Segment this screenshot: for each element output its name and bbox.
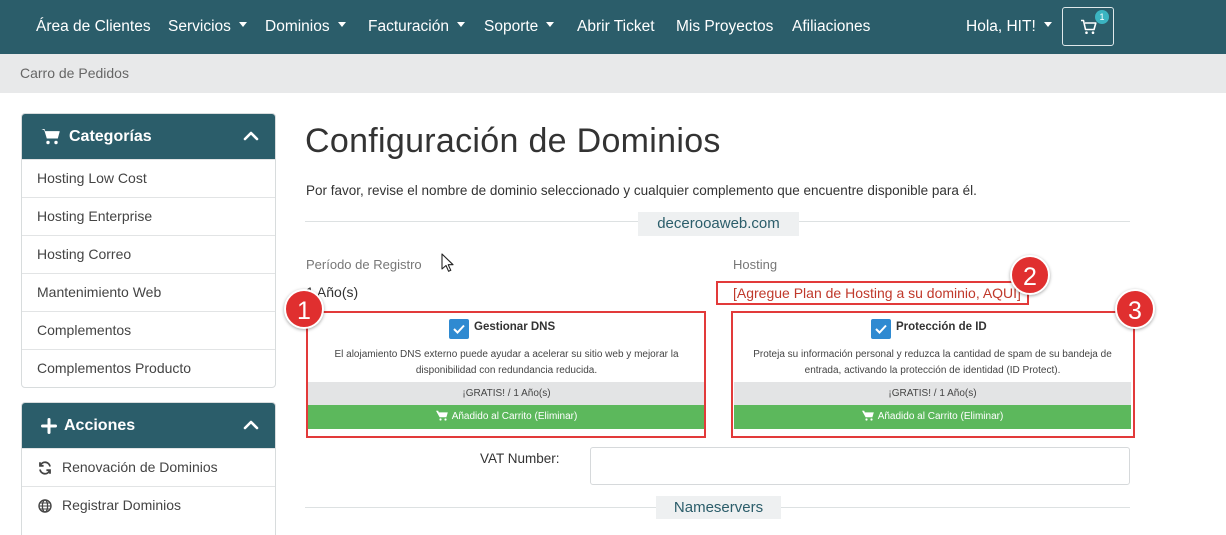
user-greeting: Hola, HIT! [966, 18, 1036, 35]
annotation-box-id-protection [731, 311, 1135, 438]
annotation-badge-1: 1 [284, 289, 324, 329]
nameservers-heading: Nameservers [656, 496, 781, 519]
vat-number-label: VAT Number: [480, 451, 560, 466]
nav-label: Abrir Ticket [577, 18, 655, 35]
nav-user-menu[interactable]: Hola, HIT! [966, 0, 1052, 54]
caret-down-icon [456, 22, 465, 28]
hosting-label: Hosting [733, 257, 778, 272]
cart-button[interactable]: 1 [1062, 7, 1114, 46]
refresh-icon [39, 461, 51, 475]
caret-down-icon [546, 22, 555, 28]
nav-affiliates[interactable]: Afiliaciones [792, 0, 870, 54]
sidebar-item-label: Renovación de Dominios [62, 459, 218, 475]
mouse-cursor-icon [441, 253, 454, 272]
sidebar-item-register-domains[interactable]: Registrar Dominios [22, 486, 275, 524]
sidebar-item-hosting-enterprise[interactable]: Hosting Enterprise [22, 197, 275, 235]
plus-icon [41, 418, 57, 434]
sidebar-item-complementos-producto[interactable]: Complementos Producto [22, 349, 275, 387]
cart-count-badge: 1 [1095, 10, 1109, 24]
nav-label: Área de Clientes [36, 18, 151, 35]
nav-my-projects[interactable]: Mis Proyectos [676, 0, 773, 54]
page-lead-text: Por favor, revise el nombre de dominio s… [306, 183, 977, 198]
cart-icon [41, 129, 60, 145]
annotation-box-dns [306, 311, 706, 438]
categories-panel: Categorías Hosting Low Cost Hosting Ente… [21, 113, 276, 388]
globe-icon [38, 499, 52, 513]
chevron-up-icon[interactable] [243, 419, 259, 430]
nav-label: Dominios [265, 18, 330, 35]
nav-support[interactable]: Soporte [484, 0, 555, 54]
actions-panel: Acciones Renovación de Dominios Registra… [21, 402, 276, 535]
caret-down-icon [337, 22, 346, 28]
annotation-box-hosting [716, 281, 1029, 305]
nav-label: Afiliaciones [792, 18, 871, 35]
actions-panel-header[interactable]: Acciones [22, 403, 275, 448]
nav-domains[interactable]: Dominios [265, 0, 346, 54]
breadcrumb-current: Carro de Pedidos [20, 65, 129, 81]
annotation-badge-2: 2 [1010, 255, 1050, 295]
nav-label: Soporte [484, 18, 539, 35]
registration-period-label: Período de Registro [306, 257, 422, 272]
breadcrumb: Carro de Pedidos [0, 54, 1226, 93]
actions-title: Acciones [64, 417, 136, 434]
nav-open-ticket[interactable]: Abrir Ticket [577, 0, 655, 54]
caret-down-icon [1043, 22, 1052, 28]
sidebar-item-domain-renewal[interactable]: Renovación de Dominios [22, 448, 275, 486]
chevron-up-icon[interactable] [243, 130, 259, 141]
sidebar-item-label: Registrar Dominios [62, 497, 182, 513]
page-title: Configuración de Dominios [305, 122, 721, 160]
nav-label: Servicios [168, 18, 231, 35]
nav-billing[interactable]: Facturación [368, 0, 465, 54]
nav-label: Mis Proyectos [676, 18, 774, 35]
sidebar-item-hosting-correo[interactable]: Hosting Correo [22, 235, 275, 273]
cart-icon [1081, 19, 1097, 34]
annotation-badge-3: 3 [1115, 289, 1155, 329]
categories-title: Categorías [69, 128, 152, 145]
sidebar-item-mantenimiento-web[interactable]: Mantenimiento Web [22, 273, 275, 311]
categories-panel-header[interactable]: Categorías [22, 114, 275, 159]
nav-label: Facturación [368, 18, 449, 35]
nav-client-area[interactable]: Área de Clientes [36, 0, 151, 54]
top-navbar: Área de Clientes Servicios Dominios Fact… [0, 0, 1226, 54]
sidebar-item-complementos[interactable]: Complementos [22, 311, 275, 349]
caret-down-icon [238, 22, 247, 28]
nav-services[interactable]: Servicios [168, 0, 247, 54]
sidebar-item-hosting-low-cost[interactable]: Hosting Low Cost [22, 159, 275, 197]
domain-name-tag: decerooaweb.com [638, 212, 799, 236]
vat-number-input[interactable] [590, 447, 1130, 485]
